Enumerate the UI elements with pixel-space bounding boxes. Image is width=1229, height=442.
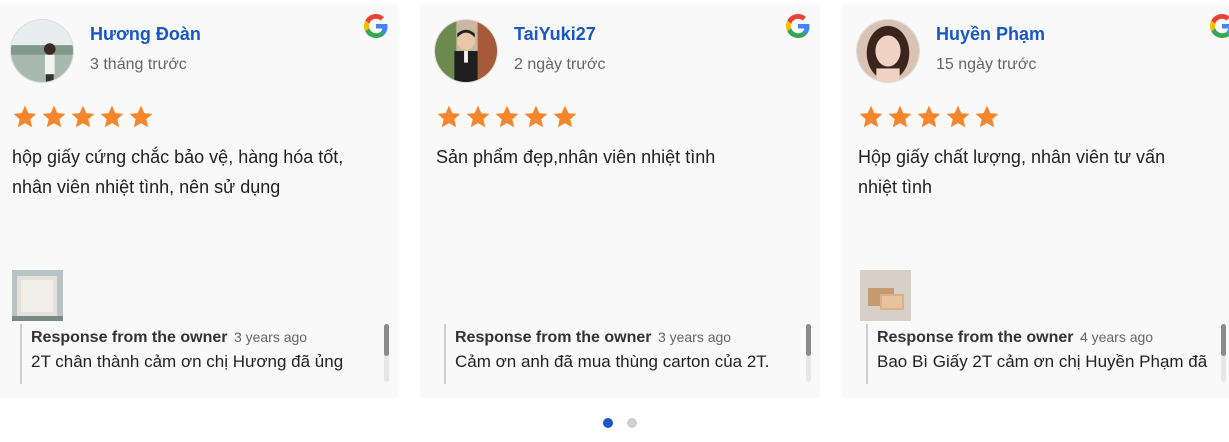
reviewer-name[interactable]: Huyền Phạm <box>936 24 1045 45</box>
google-icon <box>786 14 810 38</box>
response-time: 3 years ago <box>233 329 308 345</box>
star-icon <box>13 105 37 128</box>
star-icon <box>129 105 153 128</box>
rating-stars <box>858 104 1000 130</box>
response-scrollbar[interactable] <box>384 324 389 382</box>
reviewer-name[interactable]: TaiYuki27 <box>514 24 596 45</box>
star-icon <box>437 105 461 128</box>
review-text-line: Hộp giấy chất lượng, nhân viên tư vấn <box>858 147 1166 167</box>
review-date: 15 ngày trước <box>936 56 1037 73</box>
star-icon <box>524 105 548 128</box>
star-icon <box>946 105 970 128</box>
rating-stars <box>12 104 154 130</box>
star-icon <box>859 105 883 128</box>
star-icon <box>42 105 66 128</box>
response-label: Response from the owner <box>455 329 652 346</box>
review-text: Hộp giấy chất lượng, nhân viên tư vấn nh… <box>858 142 1228 202</box>
pagination-dot[interactable] <box>626 418 637 428</box>
review-text: Sản phẩm đẹp,nhân viên nhiệt tình <box>436 142 806 172</box>
review-photo[interactable] <box>860 270 911 321</box>
response-time: 3 years ago <box>657 329 732 345</box>
response-label: Response from the owner <box>877 329 1074 346</box>
review-date: 2 ngày trước <box>514 56 606 73</box>
review-text-line: nhân viên nhiệt tình, nên sử dụng <box>12 177 281 197</box>
scrollbar-thumb[interactable] <box>384 324 389 356</box>
reviewer-name[interactable]: Hương Đoàn <box>90 24 201 45</box>
pagination-dot-active[interactable] <box>602 418 613 428</box>
star-icon <box>100 105 124 128</box>
rating-stars <box>436 104 578 130</box>
star-icon <box>466 105 490 128</box>
response-text: 2T chân thành cảm ơn chị Hương đã ủng <box>31 352 344 371</box>
owner-response: Response from the owner 4 years ago Bao … <box>866 324 1229 384</box>
review-text-line: hộp giấy cứng chắc bảo vệ, hàng hóa tốt, <box>12 147 344 167</box>
review-card: TaiYuki27 2 ngày trước Sản phẩm đẹp,nhân… <box>420 4 820 398</box>
response-label: Response from the owner <box>31 329 228 346</box>
reviewer-avatar[interactable] <box>434 19 498 83</box>
review-text-line: nhiệt tình <box>858 177 933 197</box>
reviewer-avatar[interactable] <box>856 19 920 83</box>
review-text-line: Sản phẩm đẹp,nhân viên nhiệt tình <box>436 147 716 167</box>
reviewer-avatar[interactable] <box>10 19 74 83</box>
review-text: hộp giấy cứng chắc bảo vệ, hàng hóa tốt,… <box>12 142 382 202</box>
scrollbar-thumb[interactable] <box>806 324 811 356</box>
response-time: 4 years ago <box>1079 329 1154 345</box>
owner-response: Response from the owner 3 years ago Cảm … <box>444 324 809 384</box>
star-icon <box>975 105 999 128</box>
review-card: Hương Đoàn 3 tháng trước hộp giấy cứng c… <box>0 4 398 398</box>
response-scrollbar[interactable] <box>806 324 811 382</box>
response-text: Bao Bì Giấy 2T cảm ơn chị Huyền Phạm đã <box>877 352 1208 371</box>
review-card: Huyền Phạm 15 ngày trước Hộp giấy chất l… <box>842 4 1229 398</box>
google-icon <box>1210 14 1229 38</box>
google-icon <box>364 14 388 38</box>
star-icon <box>917 105 941 128</box>
star-icon <box>553 105 577 128</box>
response-scrollbar[interactable] <box>1221 324 1226 382</box>
star-icon <box>495 105 519 128</box>
scrollbar-thumb[interactable] <box>1221 324 1226 356</box>
owner-response: Response from the owner 3 years ago 2T c… <box>20 324 385 384</box>
star-icon <box>71 105 95 128</box>
response-text: Cảm ơn anh đã mua thùng carton của 2T. <box>455 352 770 371</box>
review-photo[interactable] <box>12 270 63 321</box>
review-date: 3 tháng trước <box>90 56 187 73</box>
star-icon <box>888 105 912 128</box>
carousel-pagination <box>0 418 1229 428</box>
